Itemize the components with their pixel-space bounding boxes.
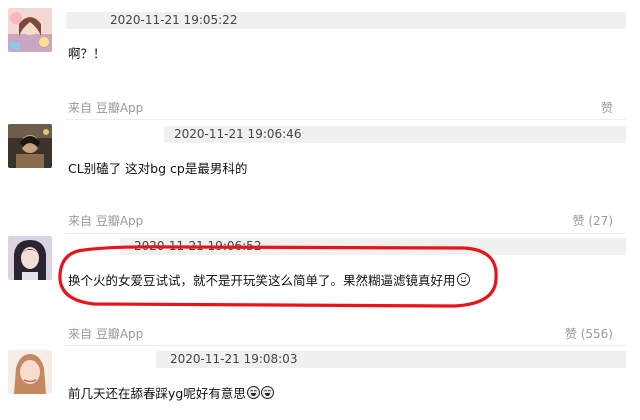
divider: [66, 345, 626, 346]
grin-emoji-icon: [260, 386, 274, 399]
timestamp: 2020-11-21 19:06:46: [174, 127, 302, 141]
avatar[interactable]: [8, 350, 52, 394]
comment-text: 前几天还在舔春踩yg呢好有意思: [68, 385, 274, 403]
comment-text: 啊？！: [68, 46, 106, 61]
comment-meta-bar: 2020-11-21 19:06:46: [164, 126, 626, 143]
comment-source: 来自 豆瓣App: [68, 101, 144, 115]
comment-meta-bar: 2020-11-21 19:06:52: [120, 238, 626, 255]
comment-meta-bar: 2020-11-21 19:05:22: [66, 12, 626, 29]
like-button[interactable]: 赞 (556): [565, 325, 613, 342]
divider: [66, 119, 626, 120]
timestamp: 2020-11-21 19:08:03: [170, 352, 298, 366]
avatar[interactable]: [8, 124, 52, 168]
timestamp: 2020-11-21 19:06:52: [134, 239, 262, 253]
comment-source: 来自 豆瓣App: [68, 214, 144, 228]
comment-text: CL别磕了 这对bg cp是最男科的: [68, 161, 248, 176]
avatar[interactable]: [8, 8, 52, 52]
comment-text: 换个火的女爱豆试试，就不是开玩笑这么简单了。果然糊逼滤镜真好用: [68, 272, 470, 290]
like-button[interactable]: 赞 (27): [573, 212, 613, 229]
avatar[interactable]: [8, 236, 52, 280]
comment-text-body: 前几天还在舔春踩yg呢好有意思: [68, 386, 246, 401]
timestamp: 2020-11-21 19:05:22: [110, 13, 238, 27]
grin-emoji-icon: [246, 386, 260, 399]
comment-source: 来自 豆瓣App: [68, 327, 144, 341]
divider: [66, 233, 626, 234]
comment-meta-bar: 2020-11-21 19:08:03: [156, 351, 626, 368]
smile-emoji-icon: [456, 273, 470, 286]
comment-text-body: 换个火的女爱豆试试，就不是开玩笑这么简单了。果然糊逼滤镜真好用: [68, 273, 456, 288]
like-button[interactable]: 赞: [601, 99, 613, 116]
